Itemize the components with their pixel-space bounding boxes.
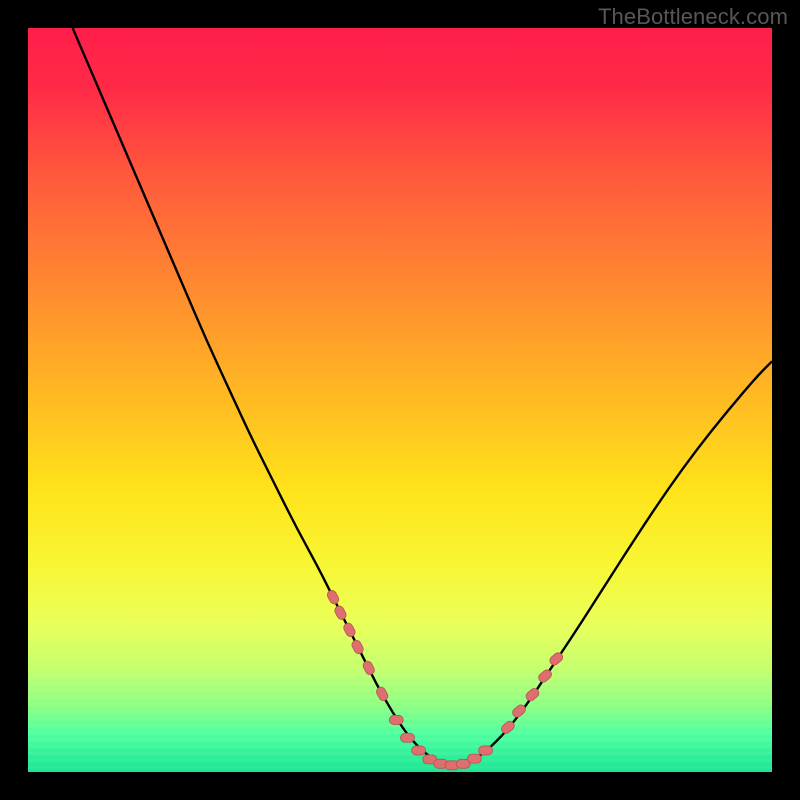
band-line (28, 766, 772, 769)
marker-pill (467, 754, 481, 763)
marker-pill (400, 733, 414, 742)
gradient-bg (28, 28, 772, 772)
chart-svg (28, 28, 772, 772)
band-line (28, 731, 772, 734)
band-line (28, 682, 772, 685)
band-line (28, 696, 772, 699)
chart-frame (28, 28, 772, 772)
band-line (28, 745, 772, 748)
band-line (28, 710, 772, 713)
marker-pill (389, 715, 403, 724)
band-line (28, 759, 772, 762)
band-line (28, 703, 772, 706)
marker-pill (479, 746, 493, 755)
band-line (28, 738, 772, 741)
marker-pill (412, 746, 426, 755)
watermark-text: TheBottleneck.com (598, 4, 788, 30)
band-line (28, 752, 772, 755)
band-line (28, 675, 772, 678)
band-line (28, 689, 772, 692)
